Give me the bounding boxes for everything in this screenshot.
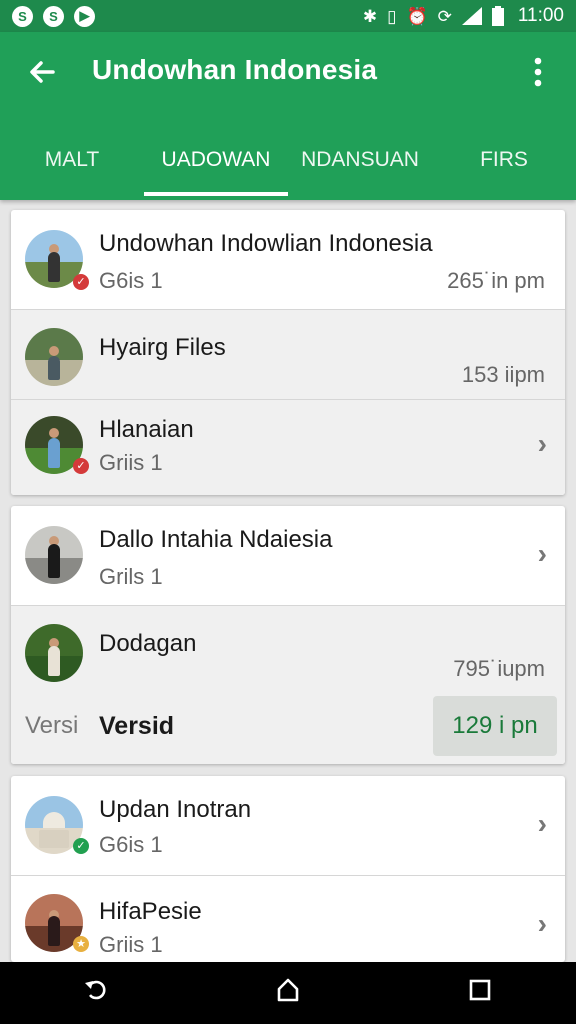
item-title: HifaPesie <box>99 898 202 925</box>
item-title: Hlanaian <box>99 416 194 443</box>
signal-icon <box>461 7 482 25</box>
verified-badge-icon: ✓ <box>73 274 89 290</box>
nav-back-icon[interactable] <box>66 977 126 1010</box>
item-subtitle: Griis 1 <box>99 932 163 957</box>
time-chip[interactable]: 129 i pn <box>433 696 557 756</box>
chevron-right-icon: › <box>537 428 547 459</box>
notification-icon-2: S <box>43 5 64 27</box>
back-arrow-icon[interactable] <box>22 52 62 92</box>
item-title: Hyairg Files <box>99 334 226 361</box>
avatar <box>25 624 83 682</box>
notification-icon-1: S <box>12 5 33 27</box>
badge-icon: ★ <box>73 936 89 952</box>
version-value: Versid <box>99 712 175 740</box>
alarm-icon: ⏰ <box>406 6 428 26</box>
tab-malt[interactable]: MALT <box>0 128 144 200</box>
sync-icon: ⟳ <box>437 6 452 26</box>
verified-badge-icon: ✓ <box>73 838 89 854</box>
tab-bar: MALT UADOWAN NDANSUAN FIRS <box>0 128 576 200</box>
list-item[interactable]: ★ HifaPesie Griis 1 › <box>11 876 565 962</box>
item-title: Undowhan Indowlian Indonesia <box>99 230 433 257</box>
avatar <box>25 328 83 386</box>
item-title: Dodagan <box>99 630 197 657</box>
item-title: Dallo Intahia Ndaiesia <box>99 526 333 553</box>
version-label: Versi <box>25 712 79 739</box>
item-subtitle: G6is 1 <box>99 268 163 293</box>
list-card-3: ✓ Updan Inotran G6is 1 › ★ HifaPesie Gri… <box>11 776 565 962</box>
vibrate-icon: ▯ <box>387 6 397 26</box>
nav-recents-icon[interactable] <box>450 977 510 1010</box>
tab-ndansuan[interactable]: NDANSUAN <box>288 128 432 200</box>
battery-icon <box>491 6 504 26</box>
item-time: 265˙in pm <box>447 268 545 293</box>
tab-uadowan[interactable]: UADOWAN <box>144 128 288 200</box>
list-item[interactable]: Dodagan 795˙iupm Versi Versid 129 i pn <box>11 606 565 764</box>
item-time: 153 iipm <box>461 362 545 387</box>
list-item[interactable]: ✓ Updan Inotran G6is 1 › <box>11 776 565 876</box>
tab-firs[interactable]: FIRS <box>432 128 576 200</box>
avatar <box>25 526 83 584</box>
system-nav-bar <box>0 962 576 1024</box>
nav-home-icon[interactable] <box>258 977 318 1010</box>
list-item[interactable]: Dallo Intahia Ndaiesia Grils 1 › <box>11 506 565 606</box>
status-bar: S S ▶ ✱ ▯ ⏰ ⟳ 11:00 <box>0 0 576 32</box>
item-subtitle: G6is 1 <box>99 832 163 857</box>
chevron-right-icon: › <box>537 808 547 839</box>
list-item[interactable]: ✓ Hlanaian Griis 1 › <box>11 400 565 495</box>
page-title: Undowhan Indonesia <box>92 54 378 85</box>
list-item[interactable]: ✓ Undowhan Indowlian Indonesia G6is 1 26… <box>11 210 565 310</box>
bluetooth-icon: ✱ <box>362 6 378 26</box>
item-time: 795˙iupm <box>453 656 545 681</box>
chevron-right-icon: › <box>537 538 547 569</box>
list-card-2: Dallo Intahia Ndaiesia Grils 1 › Dodagan… <box>11 506 565 764</box>
list-card-1: ✓ Undowhan Indowlian Indonesia G6is 1 26… <box>11 210 565 495</box>
app-bar: Undowhan Indonesia MALT UADOWAN NDANSUAN… <box>0 32 576 200</box>
chevron-right-icon: › <box>537 908 547 939</box>
play-notification-icon: ▶ <box>74 5 95 27</box>
item-subtitle: Grils 1 <box>99 564 163 589</box>
clock-time: 11:00 <box>517 5 564 26</box>
item-subtitle: Griis 1 <box>99 450 163 475</box>
more-vert-icon[interactable] <box>522 52 554 92</box>
item-title: Updan Inotran <box>99 796 252 823</box>
list-item[interactable]: Hyairg Files 153 iipm <box>11 310 565 400</box>
verified-badge-icon: ✓ <box>73 458 89 474</box>
